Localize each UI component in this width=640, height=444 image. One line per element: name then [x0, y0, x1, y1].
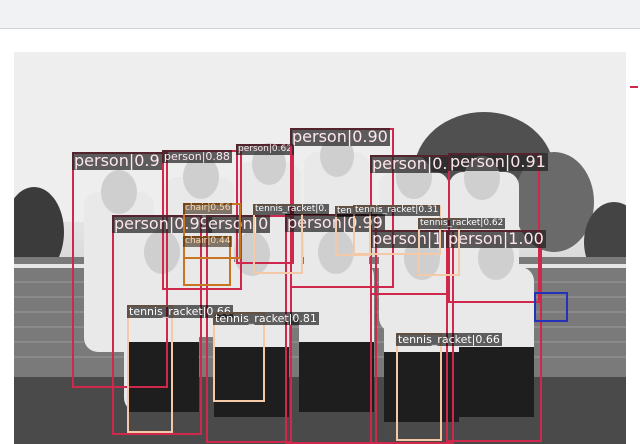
- detection-label: ten: [335, 206, 354, 217]
- detection-label: person|0.: [370, 154, 450, 173]
- detection-box-other: [534, 292, 568, 322]
- detection-label: person|1.00: [446, 229, 546, 248]
- top-window-strip: [0, 0, 640, 29]
- detection-label: tennis_racket|0.: [253, 204, 329, 215]
- detection-label: person|0.9: [72, 151, 162, 170]
- detection-box-tennis-racket: tennis_racket|0.81: [213, 312, 319, 402]
- detection-box-tennis-racket: tennis_racket|0.: [253, 204, 329, 274]
- detection-box-tennis-racket: tennis_racket|0.66: [127, 305, 233, 433]
- image-right-margin: [626, 40, 640, 444]
- detection-label: tennis_racket|0.66: [396, 333, 502, 346]
- detection-label: tennis_racket|0.31: [353, 205, 441, 216]
- detection-label: chair|0.44: [183, 236, 233, 247]
- detection-label: tennis_racket|0.62: [418, 218, 506, 229]
- detection-label: person|0.62: [236, 144, 294, 155]
- detection-box-tennis-racket: tennis_racket|0.66: [396, 333, 502, 441]
- detection-label: tennis_racket|0.81: [213, 312, 319, 325]
- right-edge-mark: [630, 86, 638, 88]
- detection-box-chair: chair|0.44: [183, 236, 233, 286]
- detection-box-tennis-racket: tennis_racket|0.62: [418, 218, 506, 276]
- detection-label: person|0.90: [290, 127, 390, 146]
- detection-label: person|0.88: [162, 150, 232, 163]
- detection-label: person|0.91: [448, 152, 548, 171]
- detection-label: chair|0.56: [183, 203, 233, 214]
